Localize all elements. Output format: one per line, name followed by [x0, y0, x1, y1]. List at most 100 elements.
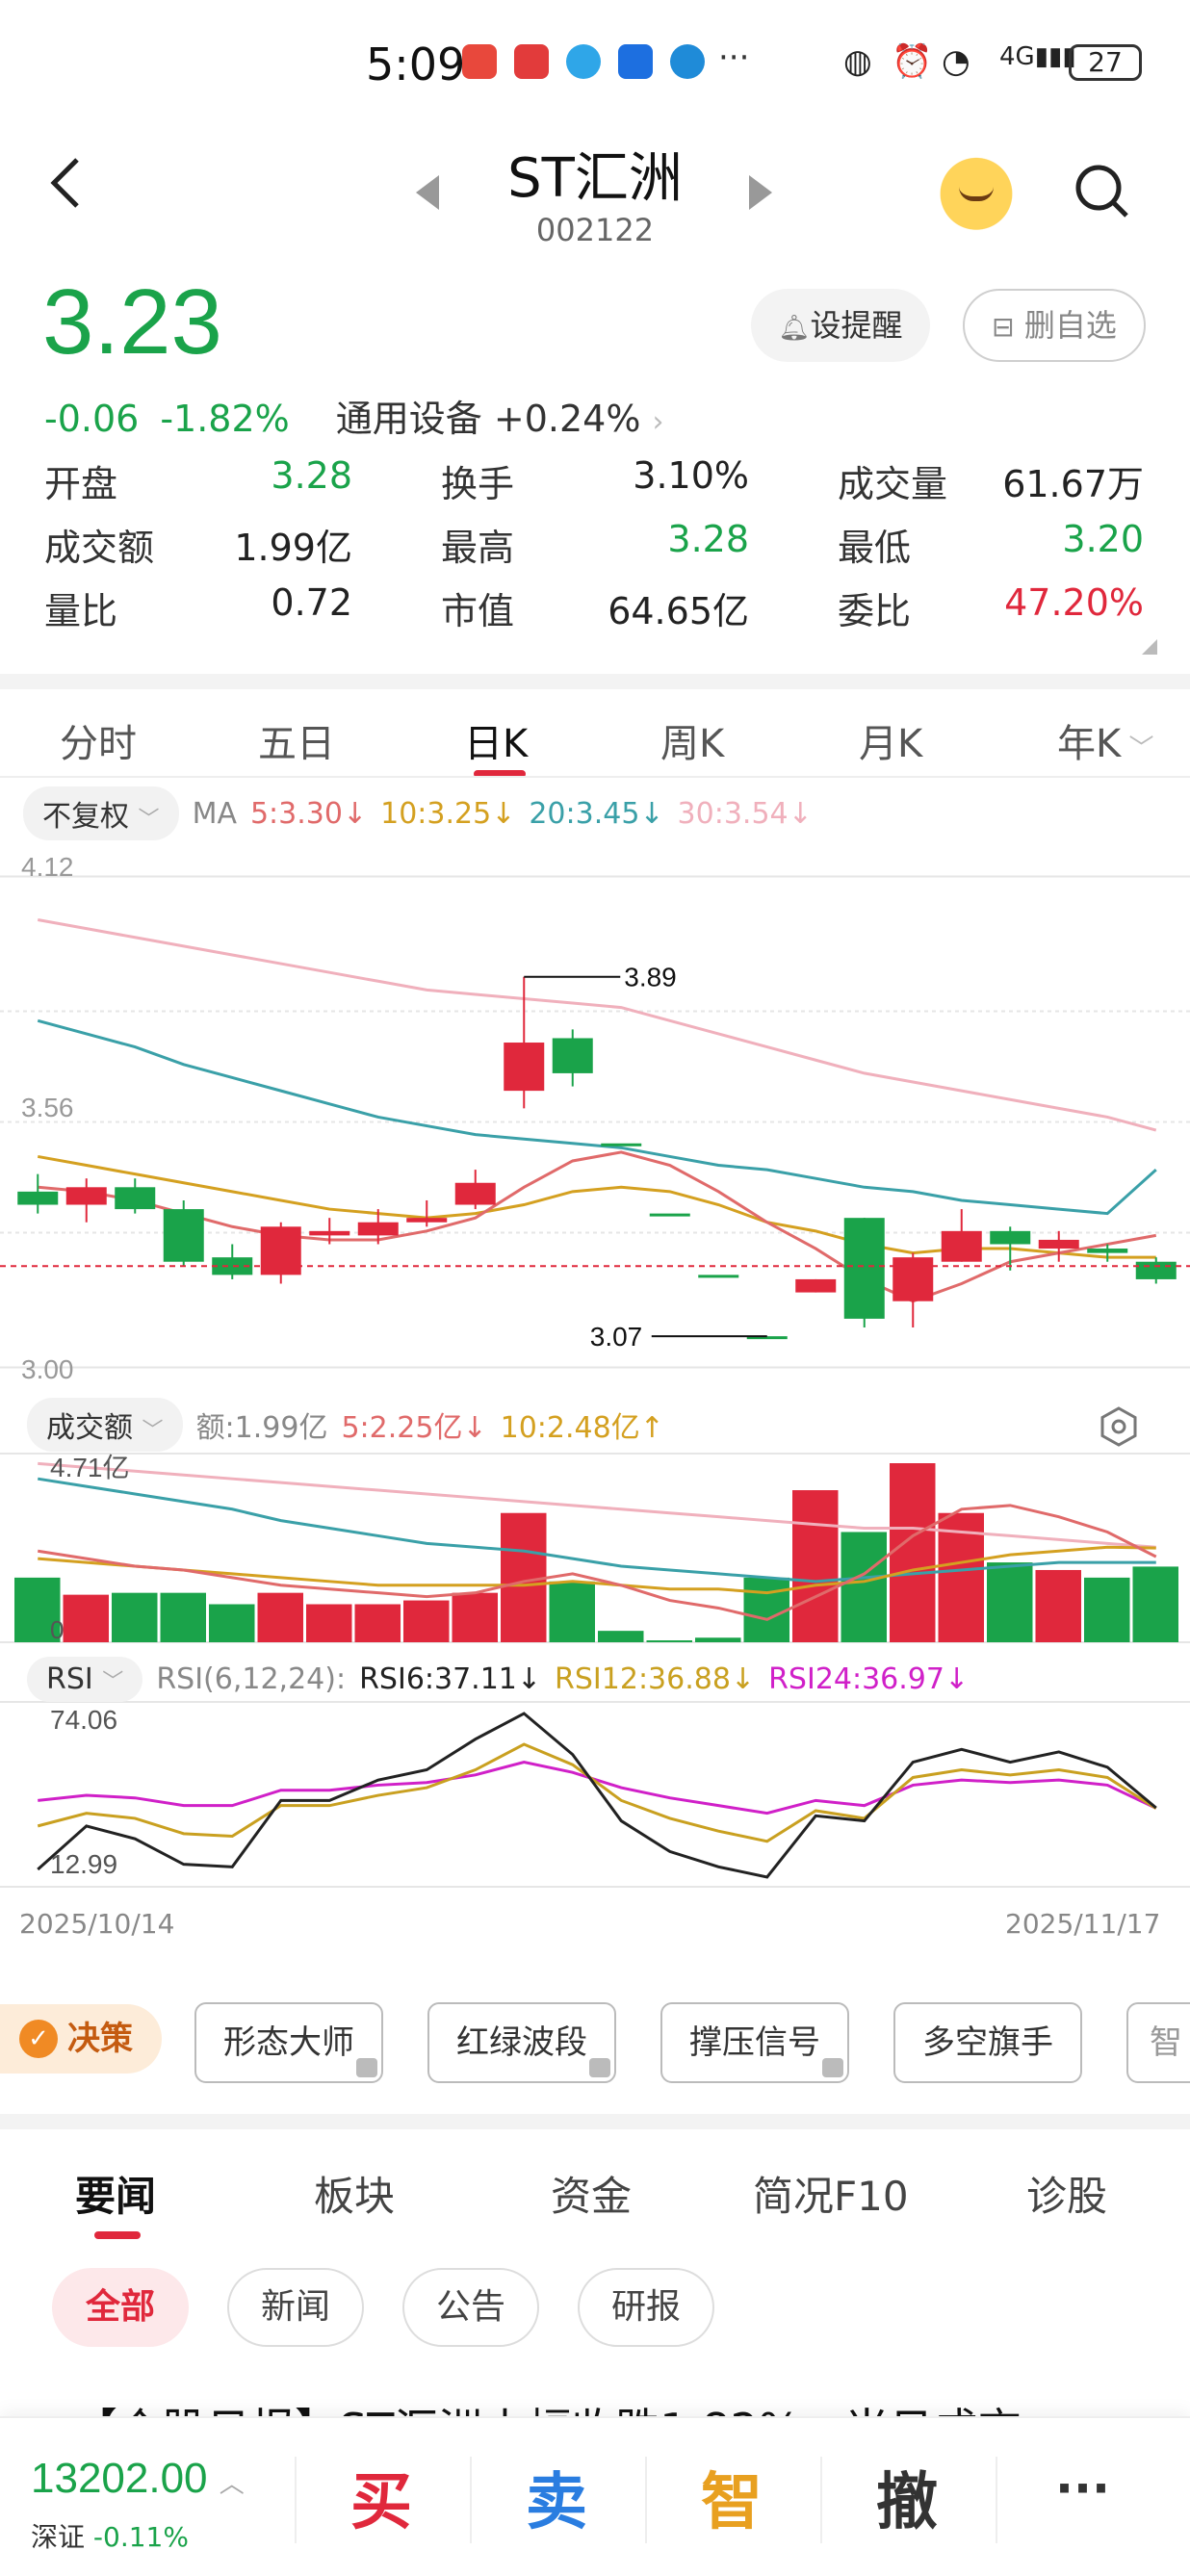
- stat-label: 换手: [441, 463, 515, 505]
- feature-row: ✓ 决策 形态大师 红绿波段 撑压信号 多空旗手 智: [0, 1993, 1190, 2085]
- mascot-icon[interactable]: [930, 148, 1022, 231]
- volume-zero-label: 0: [50, 1615, 64, 1644]
- tab-diagnosis[interactable]: 诊股: [1026, 2164, 1107, 2223]
- chevron-down-icon: ﹀: [102, 1669, 124, 1694]
- rsi-params: RSI(6,12,24):: [156, 1662, 347, 1696]
- minus-box-icon: ⊟: [992, 311, 1015, 343]
- candle-body: [65, 1187, 107, 1205]
- status-bar: 5:09 ··· ◍ ⏰ ◔ 4G▮▮▮ 27: [0, 0, 1190, 125]
- price-axis-label: 3.00: [21, 1354, 74, 1384]
- filter-announcement[interactable]: 公告: [402, 2268, 539, 2347]
- price-change-pct: -1.82%: [160, 398, 290, 440]
- filter-news[interactable]: 新闻: [227, 2268, 364, 2347]
- tab-weekly-k[interactable]: 周K: [660, 712, 724, 768]
- stat-label: 量比: [44, 590, 118, 632]
- volume-bar: [403, 1600, 450, 1642]
- tab-monthly-k[interactable]: 月K: [859, 712, 922, 768]
- volume-ma5: 5:2.25亿↓: [341, 1411, 487, 1445]
- divider: [0, 776, 1190, 778]
- divider: [996, 2457, 997, 2543]
- divider: [470, 2457, 472, 2543]
- tab-headlines[interactable]: 要闻: [75, 2164, 156, 2223]
- decision-button[interactable]: ✓ 决策: [0, 2004, 162, 2074]
- settings-icon[interactable]: [1098, 1405, 1140, 1448]
- volume-bar: [112, 1592, 158, 1642]
- tab-daily-k[interactable]: 日K: [464, 712, 528, 768]
- candle-body: [552, 1038, 593, 1073]
- stat-value: 3.20: [1062, 518, 1144, 560]
- end-date: 2025/11/17: [1005, 1908, 1161, 1940]
- signal-icon: 4G▮▮▮: [999, 42, 1076, 71]
- candle-body: [260, 1226, 301, 1275]
- expand-corner-icon[interactable]: [1142, 639, 1157, 655]
- tab-five-day[interactable]: 五日: [258, 712, 335, 768]
- chevron-down-icon: ﹀: [138, 808, 160, 832]
- feature-more[interactable]: 智: [1126, 2002, 1190, 2083]
- volume-bar: [452, 1592, 498, 1642]
- index-value[interactable]: 13202.00 ︿: [31, 2455, 245, 2503]
- rsi12-line: [37, 1742, 1157, 1843]
- alipay-app-icon: [618, 44, 653, 79]
- tab-capital[interactable]: 资金: [551, 2164, 632, 2223]
- smart-button[interactable]: 智: [701, 2453, 763, 2541]
- search-icon[interactable]: [1073, 162, 1130, 219]
- filter-all[interactable]: 全部: [52, 2268, 189, 2347]
- candle-body: [454, 1182, 496, 1205]
- candle-body: [504, 1043, 545, 1092]
- filter-research[interactable]: 研报: [578, 2268, 714, 2347]
- remove-watchlist-button[interactable]: ⊟ 删自选: [963, 289, 1146, 362]
- ma30-value: 30:3.54↓: [677, 796, 813, 831]
- candle-body: [1135, 1261, 1177, 1279]
- stat-value: 61.67万: [1002, 463, 1144, 505]
- candle-body: [601, 1143, 642, 1146]
- lock-icon: [822, 2058, 843, 2077]
- divider: [0, 2114, 1190, 2129]
- stock-header: ST汇洲 002122: [0, 125, 1190, 270]
- feature-red-green-wave[interactable]: 红绿波段: [427, 2002, 616, 2083]
- tab-profile-f10[interactable]: 简况F10: [753, 2164, 909, 2223]
- more-notifications-icon: ···: [718, 39, 750, 77]
- sector-link[interactable]: 通用设备 +0.24% ›: [336, 389, 664, 442]
- volume-selector[interactable]: 成交额 ﹀: [27, 1398, 183, 1452]
- candle-body: [698, 1275, 739, 1278]
- feature-pattern-master[interactable]: 形态大师: [194, 2002, 383, 2083]
- edge-app-icon: [670, 44, 705, 79]
- volume-bar: [63, 1594, 109, 1642]
- stat-value: 3.10%: [633, 454, 749, 497]
- low-label: 3.07: [590, 1322, 643, 1352]
- next-stock-icon[interactable]: [749, 175, 772, 210]
- volume-bar: [1084, 1577, 1130, 1642]
- stat-label: 成交量: [838, 463, 948, 505]
- stat-label: 最高: [441, 527, 515, 569]
- rsi6-line: [37, 1712, 1157, 1879]
- rsi-selector[interactable]: RSI ﹀: [27, 1656, 143, 1702]
- kline-chart[interactable]: 4.12 3.56 3.00 3.89 3.07 4.71亿 0 74.06 12.99: [0, 847, 1190, 1945]
- feature-support-pressure[interactable]: 撑压信号: [660, 2002, 849, 2083]
- buy-button[interactable]: 买: [350, 2453, 412, 2541]
- price-axis-label: 3.56: [21, 1093, 74, 1122]
- huawei-app-icon: [462, 44, 497, 79]
- volume-top-label: 4.71亿: [50, 1453, 130, 1482]
- rsi-legend: RSI ﹀ RSI(6,12,24): RSI6:37.11↓ RSI12:36…: [27, 1652, 969, 1706]
- lock-icon: [589, 2058, 610, 2077]
- status-time: 5:09: [366, 39, 466, 90]
- ma5-line: [38, 1150, 1157, 1303]
- ma5-value: 5:3.30↓: [249, 796, 368, 831]
- cancel-order-button[interactable]: 撤: [876, 2453, 938, 2541]
- more-button[interactable]: ···: [1055, 2460, 1110, 2516]
- stat-label: 委比: [838, 590, 912, 632]
- stat-label: 市值: [441, 590, 515, 632]
- feature-bull-bear-flag[interactable]: 多空旗手: [893, 2002, 1082, 2083]
- volume-bar: [1035, 1569, 1081, 1642]
- volume-bar: [890, 1463, 936, 1642]
- tab-sector[interactable]: 板块: [314, 2164, 395, 2223]
- set-alert-button[interactable]: 🔔︎设提醒: [751, 289, 930, 362]
- current-price: 3.23: [42, 270, 222, 374]
- rsi-top-label: 74.06: [50, 1705, 117, 1735]
- volume-bar: [743, 1577, 789, 1642]
- sell-button[interactable]: 卖: [526, 2453, 587, 2541]
- adjust-selector[interactable]: 不复权 ﹀: [23, 786, 179, 840]
- tab-yearly-k[interactable]: 年K ﹀: [1057, 712, 1154, 768]
- tab-intraday[interactable]: 分时: [60, 712, 137, 768]
- change-row: -0.06 -1.82% 通用设备 +0.24% ›: [44, 389, 664, 442]
